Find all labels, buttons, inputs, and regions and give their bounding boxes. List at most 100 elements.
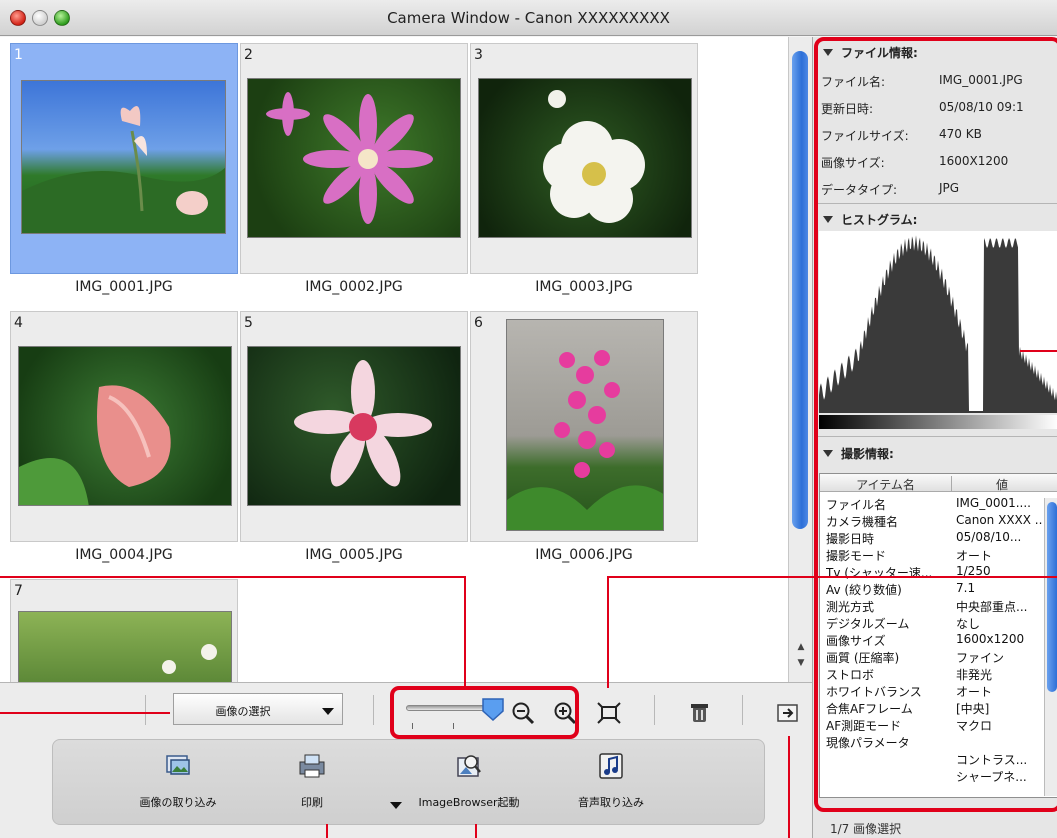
import-images-button[interactable]: 画像の取り込み [113, 752, 243, 812]
table-row[interactable]: シャープネ... [820, 768, 1057, 784]
imagebrowser-label: ImageBrowser起動 [418, 796, 520, 809]
table-row[interactable]: 画像サイズ 1600x1200 [820, 632, 1057, 648]
window-title: Camera Window - Canon XXXXXXXXX [387, 9, 670, 27]
sound-label: 音声取り込み [578, 796, 644, 809]
row-item-name: ストロボ [826, 668, 875, 682]
table-row[interactable]: ホワイトバランス オート [820, 683, 1057, 699]
shooting-info-table[interactable]: アイテム名 値 ファイル名 IMG_0001.... カメラ機種名 Canon XXX… [819, 473, 1057, 798]
table-row[interactable]: 撮影日時 05/08/10... [820, 530, 1057, 546]
trash-icon[interactable] [687, 701, 713, 725]
select-images-dropdown[interactable]: 画像の選択 [173, 693, 343, 725]
row-value: ファイン [956, 651, 1005, 665]
row-item-name: Tv (シャッター速... [826, 566, 933, 580]
row-item-name: 画像サイズ [826, 634, 886, 648]
thumbnail-caption: IMG_0002.JPG [305, 279, 403, 295]
row-value: 1600x1200 [956, 632, 1025, 646]
photo-art [507, 350, 663, 530]
grid-scrollbar[interactable]: ▲ ▼ [788, 37, 812, 682]
thumbnail-number: 7 [14, 583, 23, 599]
photo-art [19, 385, 171, 505]
table-row[interactable]: コントラス... [820, 751, 1057, 767]
table-row[interactable]: ストロボ 非発光 [820, 666, 1057, 682]
thumbnail-number: 3 [474, 47, 483, 63]
row-value: 7.1 [956, 581, 976, 595]
table-row[interactable]: 撮影モード オート [820, 547, 1057, 563]
histogram-graph [819, 235, 1057, 413]
thumbnail-2[interactable]: 2 IMG_0002.JPG [240, 43, 468, 306]
music-note-icon [599, 753, 623, 779]
import-icon [166, 755, 190, 775]
thumbnail-grid[interactable]: 1 IMG_0001.JPG 2 IMG_0002.JPG 3 IMG_0003… [0, 37, 788, 682]
info-panel-toggle-icon[interactable] [775, 701, 801, 725]
scroll-down-arrow[interactable]: ▼ [792, 657, 810, 670]
title-bar[interactable]: Camera Window - Canon XXXXXXXXX [0, 0, 1057, 36]
thumbnail-1[interactable]: 1 IMG_0001.JPG [10, 43, 238, 306]
toolbar-divider [742, 695, 743, 725]
scroll-up-arrow[interactable]: ▲ [792, 641, 810, 654]
table-row[interactable]: ファイル名 IMG_0001.... [820, 496, 1057, 512]
table-scrollbar[interactable] [1044, 498, 1057, 796]
photo-art [294, 360, 432, 487]
row-value: Canon XXXX ... [956, 513, 1042, 527]
thumbnail-caption: IMG_0005.JPG [305, 547, 403, 563]
import-sound-button[interactable]: 音声取り込み [546, 752, 676, 812]
row-item-name: 合焦AFフレーム [826, 702, 913, 716]
file-info-row: ファイル名: IMG_0001.JPG [821, 73, 1023, 89]
row-item-name: カメラ機種名 [826, 515, 899, 529]
thumbnail-number: 2 [244, 47, 253, 63]
thumbnail-4[interactable]: 4 IMG_0004.JPG [10, 311, 238, 574]
print-button[interactable]: 印刷 [247, 752, 377, 812]
file-info-header[interactable]: ファイル情報: [823, 44, 918, 61]
table-row[interactable]: AF測距モード マクロ [820, 717, 1057, 733]
shooting-info-header[interactable]: 撮影情報: [823, 445, 894, 462]
photo-image [21, 80, 226, 234]
file-info-row: データタイプ: JPG [821, 181, 960, 197]
row-value: オート [956, 685, 993, 699]
callout-line [1020, 350, 1057, 352]
imagebrowser-icon [457, 755, 481, 777]
table-row[interactable]: デジタルズーム なし [820, 615, 1057, 631]
table-scroll-thumb[interactable] [1047, 502, 1057, 692]
row-item-name: 測光方式 [826, 600, 875, 614]
column-header-item[interactable]: アイテム名 [820, 476, 952, 492]
print-menu-arrow-icon[interactable] [390, 802, 402, 809]
table-header: アイテム名 値 [820, 474, 1057, 492]
row-item-name: 撮影日時 [826, 532, 875, 546]
table-row[interactable]: カメラ機種名 Canon XXXX ... [820, 513, 1057, 529]
table-row[interactable]: 合焦AFフレーム [中央] [820, 700, 1057, 716]
callout-line [475, 824, 477, 838]
table-row[interactable]: Av (絞り数値) 7.1 [820, 581, 1057, 597]
thumbnail-6[interactable]: 6 IMG_0006.JPG [470, 311, 698, 574]
scroll-thumb[interactable] [792, 51, 808, 529]
callout-line [788, 736, 790, 838]
thumbnail-number: 6 [474, 315, 483, 331]
row-value: なし [956, 617, 981, 631]
row-item-name: ファイル名 [826, 498, 887, 512]
photo-image [247, 78, 461, 238]
fit-to-window-icon[interactable] [596, 701, 622, 725]
file-info-row: ファイルサイズ: 470 KB [821, 127, 982, 143]
photo-art [543, 90, 645, 223]
column-header-value[interactable]: 値 [952, 476, 1052, 493]
histogram-header[interactable]: ヒストグラム: [823, 211, 917, 228]
row-item-name: Av (絞り数値) [826, 583, 902, 597]
section-divider [815, 436, 1057, 437]
row-value: IMG_0001.... [956, 496, 1031, 510]
thumbnail-7[interactable]: 7 [10, 579, 238, 682]
row-value: オート [956, 549, 993, 563]
thumbnail-number: 4 [14, 315, 23, 331]
table-row[interactable]: 画質 (圧縮率) ファイン [820, 649, 1057, 665]
row-item-name: 現像パラメータ [826, 736, 910, 750]
photo-image [247, 346, 461, 506]
thumbnail-caption: IMG_0004.JPG [75, 547, 173, 563]
row-item-name: AF測距モード [826, 719, 902, 733]
thumbnail-5[interactable]: 5 IMG_0005.JPG [240, 311, 468, 574]
table-row[interactable]: 測光方式 中央部重点... [820, 598, 1057, 614]
table-row[interactable]: 現像パラメータ [820, 734, 1057, 750]
disclosure-triangle-icon [823, 450, 833, 457]
imagebrowser-launch-button[interactable]: ImageBrowser起動 [404, 752, 534, 812]
thumbnail-3[interactable]: 3 IMG_0003.JPG [470, 43, 698, 306]
dropdown-arrow-icon [322, 708, 334, 715]
bottom-panel: 画像の選択 画像の取り込み 印刷 ImageBrowser起動 音声取り込み [0, 682, 812, 838]
photo-image [478, 78, 692, 238]
